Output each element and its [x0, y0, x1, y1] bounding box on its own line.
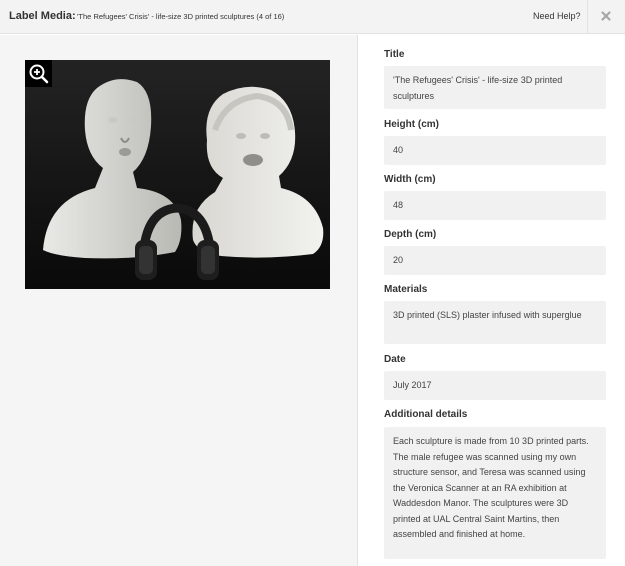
- zoom-in-icon[interactable]: [25, 60, 52, 87]
- additional-details-label: Additional details: [384, 409, 468, 420]
- height-label: Height (cm): [384, 119, 439, 130]
- title-label: Title: [384, 49, 405, 60]
- width-label: Width (cm): [384, 174, 436, 185]
- depth-field[interactable]: 20: [384, 246, 606, 275]
- date-label: Date: [384, 354, 406, 365]
- height-field[interactable]: 40: [384, 136, 606, 165]
- additional-details-field[interactable]: Each sculpture is made from 10 3D printe…: [384, 427, 606, 559]
- modal-title-label: Label Media:: [9, 10, 76, 22]
- width-field[interactable]: 48: [384, 191, 606, 220]
- date-field[interactable]: July 2017: [384, 371, 606, 400]
- materials-label: Materials: [384, 284, 428, 295]
- close-icon[interactable]: [598, 8, 614, 24]
- label-form: Title 'The Refugees' Crisis' - life-size…: [359, 35, 625, 566]
- depth-label: Depth (cm): [384, 229, 437, 240]
- media-title: 'The Refugees' Crisis' - life-size 3D pr…: [77, 12, 285, 21]
- media-preview-pane: [0, 35, 358, 566]
- title-field[interactable]: 'The Refugees' Crisis' - life-size 3D pr…: [384, 66, 606, 109]
- modal-header: Label Media: 'The Refugees' Crisis' - li…: [0, 0, 625, 34]
- materials-field[interactable]: 3D printed (SLS) plaster infused with su…: [384, 301, 606, 344]
- header-divider: [587, 0, 588, 34]
- media-image: [25, 60, 330, 289]
- need-help-link[interactable]: Need Help?: [533, 11, 581, 21]
